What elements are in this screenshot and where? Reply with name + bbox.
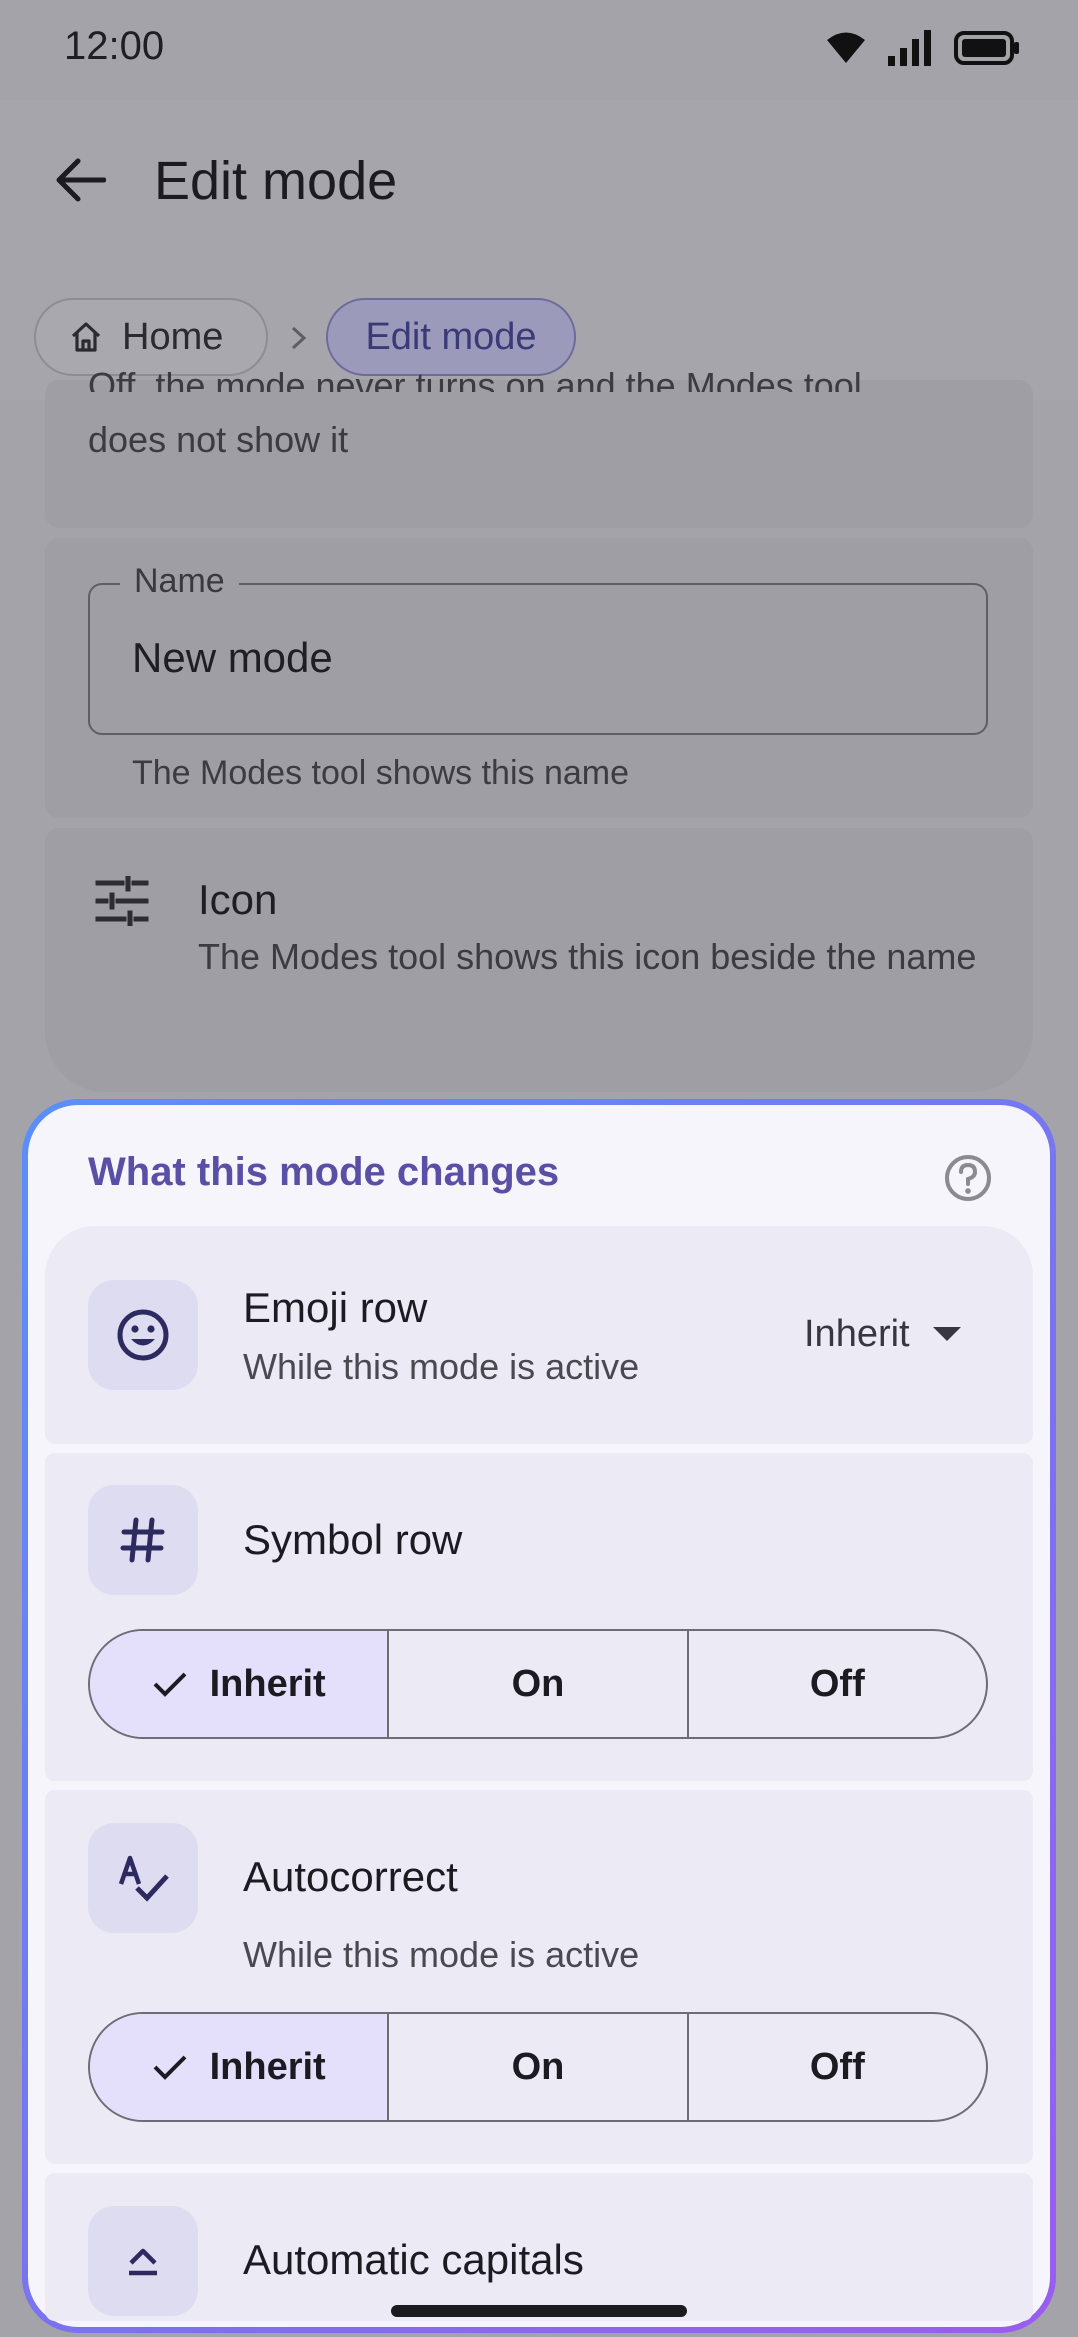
home-icon xyxy=(71,322,101,352)
name-field-label: Name xyxy=(120,562,239,601)
emoji-row-subtitle: While this mode is active xyxy=(243,1346,640,1387)
symbol-row-option-on[interactable]: On xyxy=(387,1631,686,1737)
smiley-icon xyxy=(117,1309,169,1361)
symbol-row-option-inherit[interactable]: Inherit xyxy=(90,1631,388,1737)
emoji-row-dropdown[interactable]: Inherit xyxy=(804,1308,962,1360)
automatic-capitals-row-title: Automatic capitals xyxy=(243,2236,584,2283)
symbol-row-icon-container xyxy=(88,1485,198,1595)
symbol-row-option-on-label: On xyxy=(511,1662,565,1705)
autocorrect-row-option-on[interactable]: On xyxy=(387,2014,686,2120)
status-time: 12:00 xyxy=(64,24,165,68)
emoji-row-icon-container xyxy=(88,1280,198,1390)
status-icons xyxy=(826,28,1020,68)
autocorrect-row-option-off-label: Off xyxy=(809,2045,865,2088)
hash-icon xyxy=(120,1517,165,1563)
off-description-line1: Off, the mode never turns on and the Mod… xyxy=(88,365,862,392)
autocorrect-row-subtitle: While this mode is active xyxy=(243,1934,640,1975)
tune-icon xyxy=(94,874,150,931)
automatic-capitals-row-icon-container xyxy=(88,2206,198,2316)
page-title: Edit mode xyxy=(154,151,398,211)
symbol-row-segmented: Inherit On Off xyxy=(88,1629,988,1739)
emoji-row-title: Emoji row xyxy=(243,1284,428,1331)
breadcrumb-current-label: Edit mode xyxy=(365,315,537,358)
help-circle-icon xyxy=(945,1155,991,1201)
dropdown-arrow-icon xyxy=(932,1327,961,1341)
name-field-value[interactable]: New mode xyxy=(132,634,333,682)
name-field-helper: The Modes tool shows this name xyxy=(132,754,630,792)
arrow-back-icon xyxy=(56,158,106,202)
off-description-line2: does not show it xyxy=(88,419,349,460)
signal-icon xyxy=(888,30,931,66)
back-button[interactable] xyxy=(40,140,120,220)
icon-setting-description: The Modes tool shows this icon beside th… xyxy=(198,936,977,977)
breadcrumb-home-label: Home xyxy=(122,315,224,358)
check-icon xyxy=(153,2055,187,2080)
wifi-icon xyxy=(827,32,865,63)
autocorrect-row-icon-container xyxy=(88,1823,198,1933)
symbol-row-option-inherit-label: Inherit xyxy=(209,1662,326,1705)
home-indicator[interactable] xyxy=(391,2305,687,2317)
caret-up-icon xyxy=(129,2248,157,2276)
autocorrect-row-title: Autocorrect xyxy=(243,1853,458,1900)
autocorrect-row-option-inherit-label: Inherit xyxy=(209,2045,326,2088)
symbol-row-option-off-label: Off xyxy=(809,1662,865,1705)
symbol-row-option-off[interactable]: Off xyxy=(686,1631,986,1737)
emoji-row-dropdown-value: Inherit xyxy=(804,1312,910,1355)
autocorrect-row-option-inherit[interactable]: Inherit xyxy=(90,2014,388,2120)
autocorrect-row-segmented: Inherit On Off xyxy=(88,2012,988,2122)
chevron-right-icon xyxy=(291,326,307,350)
breadcrumb-separator xyxy=(284,318,314,358)
autocorrect-row-option-on-label: On xyxy=(511,2045,565,2088)
autocorrect-row-option-off[interactable]: Off xyxy=(686,2014,986,2120)
battery-icon xyxy=(954,31,1019,65)
symbol-row-title: Symbol row xyxy=(243,1516,463,1563)
icon-setting-title: Icon xyxy=(198,876,278,923)
check-icon xyxy=(153,1672,187,1697)
off-description: Off, the mode never turns on and the Mod… xyxy=(88,365,988,466)
changes-panel-title: What this mode changes xyxy=(88,1150,560,1194)
help-button[interactable] xyxy=(940,1150,996,1206)
spellcheck-icon xyxy=(118,1855,169,1902)
